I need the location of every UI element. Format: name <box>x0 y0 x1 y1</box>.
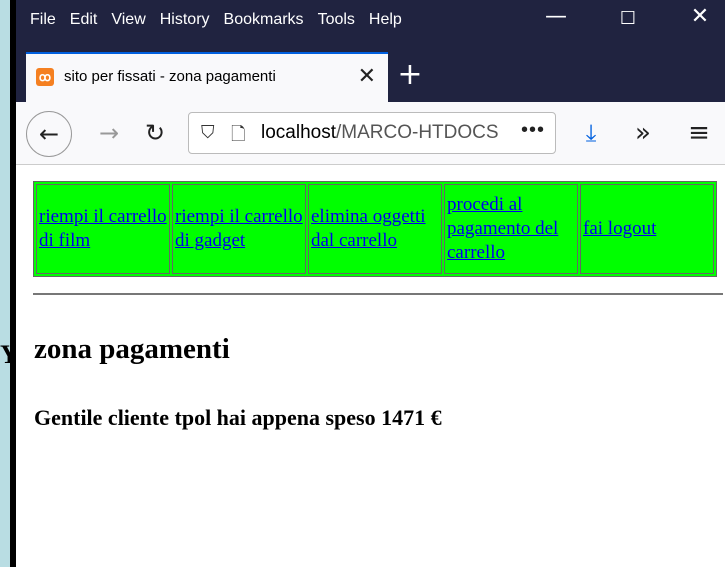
navigation-toolbar: ← → ↻ ⛉ 🗋 localhost/MARCO-HTDOCS ••• ⤓ »… <box>16 102 725 165</box>
menu-view[interactable]: View <box>111 11 145 29</box>
url-path: /MARCO-HTDOCS <box>336 122 499 143</box>
link-fill-gadgets[interactable]: riempi il carrello di gadget <box>175 206 303 251</box>
nav-cell: riempi il carrello di film <box>36 184 170 274</box>
download-icon[interactable]: ⤓ <box>572 114 610 152</box>
maximize-icon[interactable]: ☐ <box>608 8 648 29</box>
nav-table: riempi il carrello di film riempi il car… <box>33 181 717 277</box>
url-host: localhost <box>261 122 336 143</box>
menu-help[interactable]: Help <box>369 11 402 29</box>
close-window-icon[interactable]: ✕ <box>680 4 720 29</box>
menu-edit[interactable]: Edit <box>70 11 98 29</box>
page-icon[interactable]: 🗋 <box>231 122 245 152</box>
menu-bookmarks[interactable]: Bookmarks <box>224 11 304 29</box>
menu-history[interactable]: History <box>160 11 210 29</box>
nav-cell: elimina oggetti dal carrello <box>308 184 442 274</box>
tab-active[interactable]: ꝏ sito per fissati - zona pagamenti ✕ <box>26 52 388 102</box>
url-bar[interactable]: ⛉ 🗋 localhost/MARCO-HTDOCS ••• <box>188 112 556 154</box>
nav-cell: fai logout <box>580 184 714 274</box>
link-checkout[interactable]: procedi al pagamento del carrello <box>447 194 558 263</box>
new-tab-icon[interactable]: + <box>390 52 430 98</box>
link-fill-films[interactable]: riempi il carrello di film <box>39 206 167 251</box>
browser-window: File Edit View History Bookmarks Tools H… <box>10 0 725 567</box>
close-tab-icon[interactable]: ✕ <box>358 63 376 89</box>
page-actions-icon[interactable]: ••• <box>521 119 545 142</box>
page-heading: zona pagamenti <box>34 333 230 365</box>
title-bar: File Edit View History Bookmarks Tools H… <box>16 0 725 44</box>
link-remove-items[interactable]: elimina oggetti dal carrello <box>311 206 426 251</box>
url-text[interactable]: localhost/MARCO-HTDOCS <box>261 122 507 144</box>
forward-icon[interactable]: → <box>90 114 128 152</box>
link-logout[interactable]: fai logout <box>583 218 656 239</box>
tab-title: sito per fissati - zona pagamenti <box>64 68 276 85</box>
payment-message: Gentile cliente tpol hai appena speso 14… <box>34 405 442 430</box>
page-content: riempi il carrello di film riempi il car… <box>16 165 725 567</box>
shield-icon[interactable]: ⛉ <box>201 122 215 143</box>
menu-tools[interactable]: Tools <box>318 11 355 29</box>
reload-icon[interactable]: ↻ <box>136 114 174 152</box>
overflow-chevron-icon[interactable]: » <box>624 114 662 152</box>
xampp-favicon-icon: ꝏ <box>36 68 54 86</box>
hamburger-menu-icon[interactable]: ≡ <box>680 114 718 152</box>
minimize-icon[interactable]: — <box>536 4 576 29</box>
divider <box>33 293 723 295</box>
nav-cell: riempi il carrello di gadget <box>172 184 306 274</box>
menu-bar: File Edit View History Bookmarks Tools H… <box>30 11 416 29</box>
menu-file[interactable]: File <box>30 11 56 29</box>
back-icon[interactable]: ← <box>26 111 72 157</box>
nav-cell: procedi al pagamento del carrello <box>444 184 578 274</box>
